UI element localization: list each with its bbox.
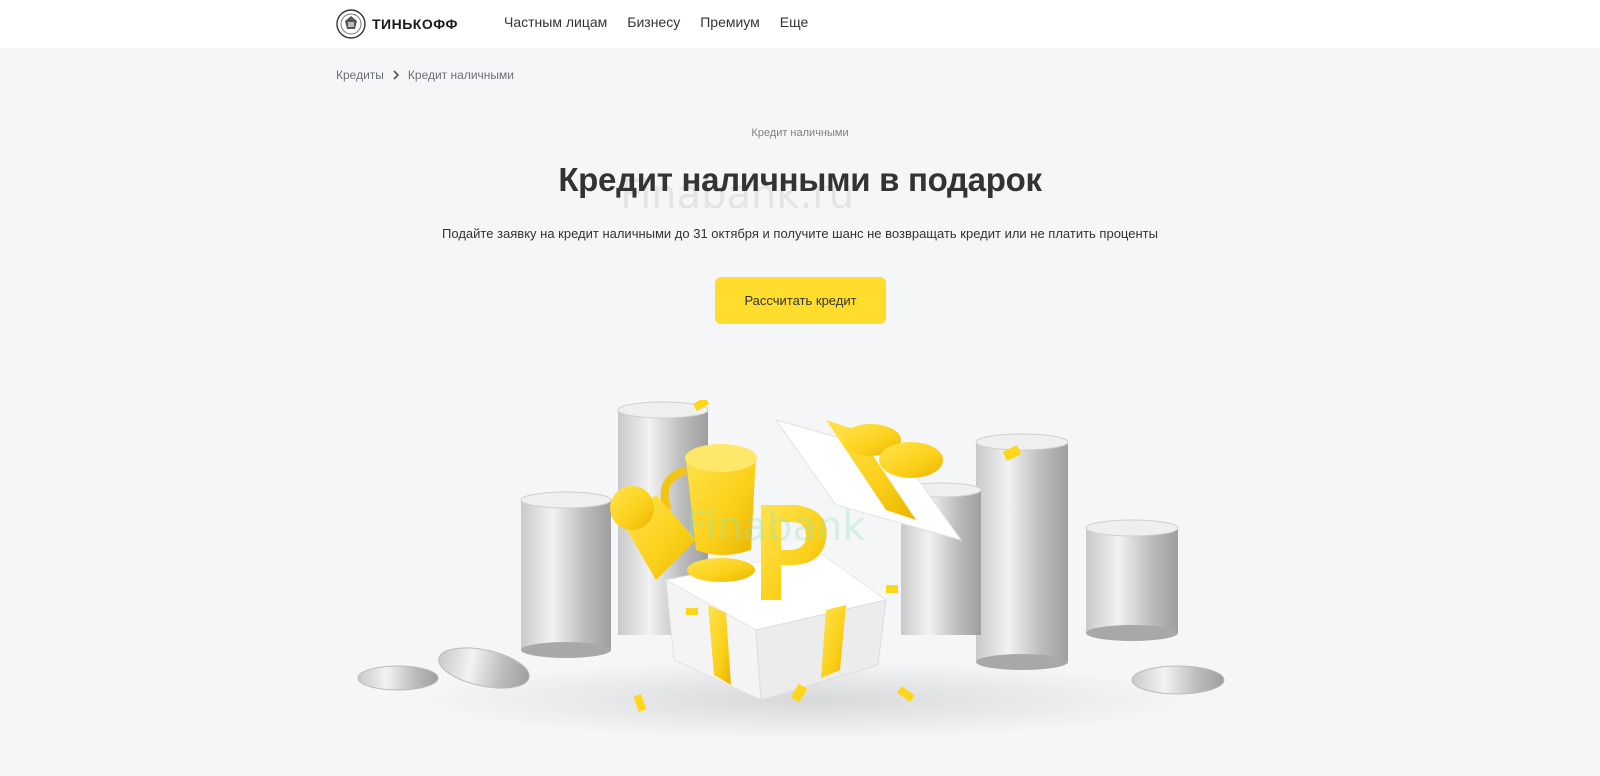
- tinkoff-emblem-icon: [336, 9, 366, 39]
- chevron-right-icon: [393, 70, 400, 80]
- main-nav: Частным лицам Бизнесу Премиум Еще: [504, 14, 828, 30]
- brand-logo[interactable]: ТИНЬКОФФ: [336, 8, 458, 40]
- calculate-credit-button[interactable]: Рассчитать кредит: [715, 277, 886, 324]
- nav-item-premium[interactable]: Премиум: [700, 14, 760, 30]
- breadcrumb-item-cash-credit[interactable]: Кредит наличными: [408, 68, 514, 82]
- nav-item-private-clients[interactable]: Частным лицам: [504, 14, 607, 30]
- coin-stack-right-tall: [975, 433, 1069, 670]
- brand-name: ТИНЬКОФФ: [372, 16, 458, 32]
- top-navigation-bar: ТИНЬКОФФ Частным лицам Бизнесу Премиум Е…: [0, 0, 1600, 48]
- nav-item-business[interactable]: Бизнесу: [627, 14, 680, 30]
- coin-stack-far-right: [1085, 519, 1179, 641]
- hero-eyebrow: Кредит наличными: [751, 127, 849, 139]
- hero-subtitle: Подайте заявку на кредит наличными до 31…: [442, 226, 1158, 241]
- hero-illustration: Finabank: [357, 400, 1225, 740]
- page-title: Кредит наличными в подарок: [558, 161, 1042, 198]
- coin-stack-left: [520, 491, 612, 658]
- illustration-watermark: Finabank: [686, 504, 866, 550]
- breadcrumb-item-credits[interactable]: Кредиты: [336, 68, 384, 82]
- breadcrumb: Кредиты Кредит наличными: [336, 68, 514, 82]
- nav-item-more[interactable]: Еще: [780, 14, 809, 30]
